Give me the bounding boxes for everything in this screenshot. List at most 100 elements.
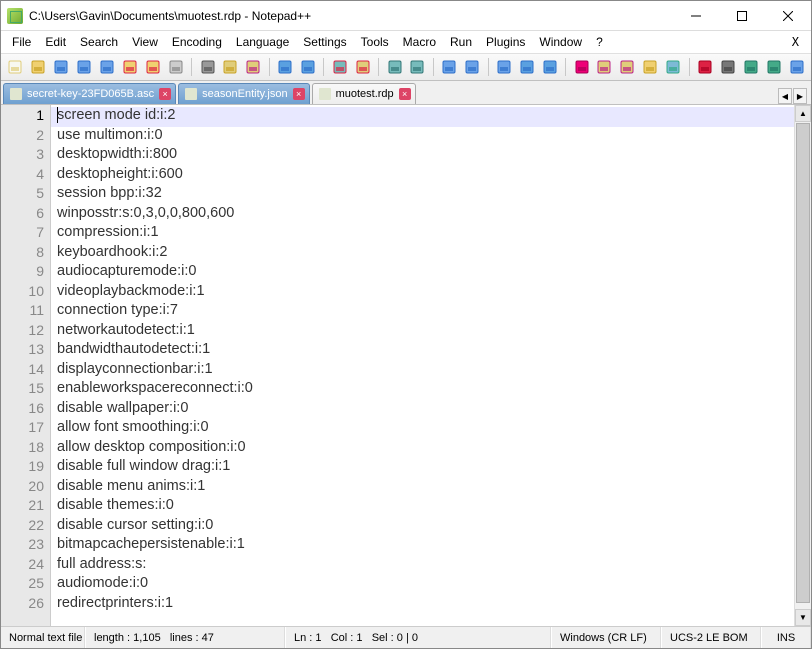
code-line[interactable]: audiocapturemode:i:0: [51, 263, 794, 283]
tab-seasonentity-json[interactable]: seasonEntity.json×: [178, 83, 309, 104]
new-file-icon[interactable]: [5, 56, 26, 78]
cut-icon[interactable]: [197, 56, 218, 78]
menu-plugins[interactable]: Plugins: [479, 33, 532, 51]
word-wrap-icon[interactable]: [494, 56, 515, 78]
tab-close-icon[interactable]: ×: [159, 88, 171, 100]
menu-settings[interactable]: Settings: [296, 33, 353, 51]
menu-search[interactable]: Search: [73, 33, 125, 51]
menu-macro[interactable]: Macro: [396, 33, 443, 51]
code-line[interactable]: session bpp:i:32: [51, 185, 794, 205]
tab-scroll-right[interactable]: ▶: [793, 88, 807, 104]
scroll-up-button[interactable]: ▲: [795, 105, 811, 122]
line-number: 19: [1, 458, 50, 478]
code-area[interactable]: screen mode id:i:2use multimon:i:0deskto…: [51, 105, 794, 626]
code-line[interactable]: audiomode:i:0: [51, 575, 794, 595]
paste-icon[interactable]: [243, 56, 264, 78]
code-line[interactable]: disable wallpaper:i:0: [51, 400, 794, 420]
tab-close-icon[interactable]: ×: [399, 88, 411, 100]
tab-bar: secret-key-23FD065B.asc×seasonEntity.jso…: [1, 81, 811, 105]
menu-tools[interactable]: Tools: [354, 33, 396, 51]
monitoring-icon[interactable]: [663, 56, 684, 78]
play-macro-icon[interactable]: [740, 56, 761, 78]
save-all-icon[interactable]: [97, 56, 118, 78]
code-line[interactable]: screen mode id:i:2: [51, 107, 794, 127]
tab-secret-key-23fd065b-asc[interactable]: secret-key-23FD065B.asc×: [3, 83, 176, 104]
status-length: length : 1,105 lines : 47: [85, 627, 285, 648]
indent-guide-icon[interactable]: [539, 56, 560, 78]
code-line[interactable]: allow font smoothing:i:0: [51, 419, 794, 439]
code-line[interactable]: desktopwidth:i:800: [51, 146, 794, 166]
code-line[interactable]: bandwidthautodetect:i:1: [51, 341, 794, 361]
code-line[interactable]: disable cursor setting:i:0: [51, 517, 794, 537]
code-line[interactable]: disable full window drag:i:1: [51, 458, 794, 478]
close-button[interactable]: [765, 1, 811, 30]
sync-vscroll-icon[interactable]: [439, 56, 460, 78]
code-line[interactable]: disable menu anims:i:1: [51, 478, 794, 498]
menu-[interactable]: ?: [589, 33, 610, 51]
func-list-icon[interactable]: [617, 56, 638, 78]
find-icon[interactable]: [329, 56, 350, 78]
sync-hscroll-icon[interactable]: [462, 56, 483, 78]
code-line[interactable]: connection type:i:7: [51, 302, 794, 322]
code-line[interactable]: redirectprinters:i:1: [51, 595, 794, 615]
code-line[interactable]: bitmapcachepersistenable:i:1: [51, 536, 794, 556]
play-multi-icon[interactable]: [763, 56, 784, 78]
menu-encoding[interactable]: Encoding: [165, 33, 229, 51]
code-line[interactable]: disable themes:i:0: [51, 497, 794, 517]
save-macro-icon[interactable]: [786, 56, 807, 78]
code-line[interactable]: winposstr:s:0,3,0,0,800,600: [51, 205, 794, 225]
undo-icon[interactable]: [275, 56, 296, 78]
code-line[interactable]: displayconnectionbar:i:1: [51, 361, 794, 381]
line-number: 10: [1, 283, 50, 303]
tab-close-icon[interactable]: ×: [293, 88, 305, 100]
minimize-button[interactable]: [673, 1, 719, 30]
stop-macro-icon[interactable]: [717, 56, 738, 78]
toolbar-separator: [323, 58, 324, 76]
scroll-thumb[interactable]: [796, 123, 810, 603]
save-icon[interactable]: [51, 56, 72, 78]
code-line[interactable]: full address:s:: [51, 556, 794, 576]
tab-scroll-left[interactable]: ◀: [778, 88, 792, 104]
menu-window[interactable]: Window: [532, 33, 589, 51]
zoom-out-icon[interactable]: [407, 56, 428, 78]
all-chars-icon[interactable]: [516, 56, 537, 78]
line-number-gutter: 1234567891011121314151617181920212223242…: [1, 105, 51, 626]
status-encoding[interactable]: UCS-2 LE BOM: [661, 627, 761, 648]
close-file-icon[interactable]: [119, 56, 140, 78]
scroll-down-button[interactable]: ▼: [795, 609, 811, 626]
replace-icon[interactable]: [352, 56, 373, 78]
zoom-in-icon[interactable]: [384, 56, 405, 78]
redo-icon[interactable]: [298, 56, 319, 78]
code-line[interactable]: allow desktop composition:i:0: [51, 439, 794, 459]
code-line[interactable]: desktopheight:i:600: [51, 166, 794, 186]
menu-view[interactable]: View: [125, 33, 165, 51]
code-line[interactable]: use multimon:i:0: [51, 127, 794, 147]
status-insert-mode[interactable]: INS: [761, 627, 811, 648]
code-line[interactable]: keyboardhook:i:2: [51, 244, 794, 264]
maximize-button[interactable]: [719, 1, 765, 30]
menubar-close-doc[interactable]: X: [784, 33, 807, 51]
lang-udl-icon[interactable]: [571, 56, 592, 78]
close-all-icon[interactable]: [142, 56, 163, 78]
line-number: 4: [1, 166, 50, 186]
code-line[interactable]: videoplaybackmode:i:1: [51, 283, 794, 303]
tab-muotest-rdp[interactable]: muotest.rdp×: [312, 83, 416, 104]
menu-file[interactable]: File: [5, 33, 38, 51]
menu-edit[interactable]: Edit: [38, 33, 73, 51]
copy-icon[interactable]: [220, 56, 241, 78]
toolbar-separator: [378, 58, 379, 76]
print-icon[interactable]: [165, 56, 186, 78]
code-line[interactable]: compression:i:1: [51, 224, 794, 244]
status-eol[interactable]: Windows (CR LF): [551, 627, 661, 648]
open-file-icon[interactable]: [28, 56, 49, 78]
vertical-scrollbar[interactable]: ▲ ▼: [794, 105, 811, 626]
copy-save-icon[interactable]: [74, 56, 95, 78]
code-line[interactable]: enableworkspacereconnect:i:0: [51, 380, 794, 400]
code-line[interactable]: networkautodetect:i:1: [51, 322, 794, 342]
doc-map-icon[interactable]: [594, 56, 615, 78]
menu-language[interactable]: Language: [229, 33, 296, 51]
line-number: 25: [1, 575, 50, 595]
menu-run[interactable]: Run: [443, 33, 479, 51]
folder-workspace-icon[interactable]: [640, 56, 661, 78]
record-macro-icon[interactable]: [695, 56, 716, 78]
